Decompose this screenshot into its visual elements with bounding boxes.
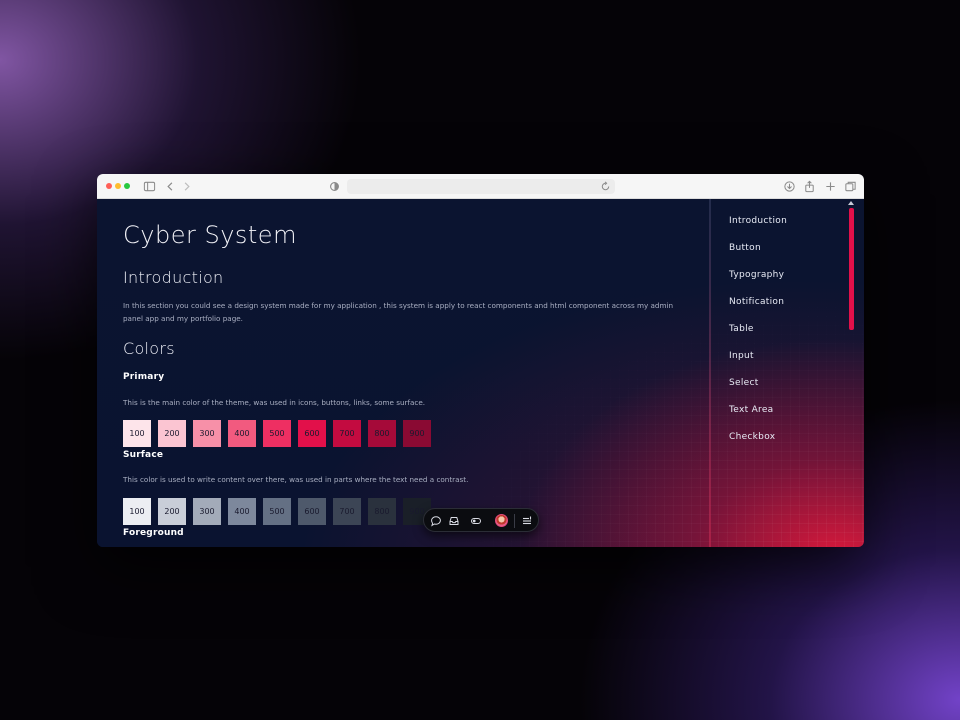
nav-item-notification[interactable]: Notification (729, 297, 784, 307)
comment-icon[interactable] (430, 515, 442, 527)
surface-swatch-700: 700 (333, 498, 361, 525)
sidebar-toggle-icon[interactable] (143, 180, 156, 193)
forward-icon[interactable] (180, 180, 193, 193)
nav-item-introduction[interactable]: Introduction (729, 216, 787, 226)
primary-swatch-300: 300 (193, 420, 221, 447)
foreground-heading: Foreground (123, 528, 184, 538)
download-icon[interactable] (783, 180, 796, 193)
scrollbar-thumb[interactable] (849, 208, 854, 330)
scrollbar[interactable] (848, 199, 856, 547)
surface-description: This color is used to write content over… (123, 475, 469, 484)
reload-icon[interactable] (600, 181, 611, 192)
back-icon[interactable] (164, 180, 177, 193)
avatar[interactable] (495, 514, 508, 527)
nav-item-select[interactable]: Select (729, 378, 759, 388)
surface-swatch-600: 600 (298, 498, 326, 525)
nav-item-checkbox[interactable]: Checkbox (729, 432, 775, 442)
nav-item-table[interactable]: Table (729, 324, 754, 334)
surface-swatch-500: 500 (263, 498, 291, 525)
inbox-icon[interactable] (448, 515, 460, 527)
nav-item-input[interactable]: Input (729, 351, 754, 361)
primary-heading: Primary (123, 372, 165, 382)
menu-icon[interactable] (521, 515, 533, 527)
surface-swatch-200: 200 (158, 498, 186, 525)
primary-swatch-400: 400 (228, 420, 256, 447)
nav-item-text-area[interactable]: Text Area (729, 405, 773, 415)
surface-swatch-100: 100 (123, 498, 151, 525)
surface-swatch-800: 800 (368, 498, 396, 525)
surface-swatch-300: 300 (193, 498, 221, 525)
primary-swatch-200: 200 (158, 420, 186, 447)
browser-toolbar (97, 174, 864, 199)
section-nav: Introduction Button Typography Notificat… (711, 199, 856, 547)
surface-swatch-400: 400 (228, 498, 256, 525)
colors-heading: Colors (123, 339, 175, 358)
surface-swatch-row: 100 200 300 400 500 600 700 800 900 (123, 498, 431, 525)
primary-swatch-700: 700 (333, 420, 361, 447)
primary-swatch-row: 100 200 300 400 500 600 700 800 900 (123, 420, 431, 447)
browser-window: Cyber System Introduction In this sectio… (97, 174, 864, 547)
minimize-window-button[interactable] (115, 183, 121, 189)
nav-item-typography[interactable]: Typography (729, 270, 784, 280)
introduction-text: In this section you could see a design s… (123, 301, 674, 323)
primary-swatch-100: 100 (123, 420, 151, 447)
share-icon[interactable] (803, 180, 816, 193)
close-window-button[interactable] (106, 183, 112, 189)
privacy-shield-icon[interactable] (328, 180, 341, 193)
main-content: Cyber System Introduction In this sectio… (123, 199, 683, 547)
maximize-window-button[interactable] (124, 183, 130, 189)
nav-item-button[interactable]: Button (729, 243, 761, 253)
tab-overview-icon[interactable] (844, 180, 857, 193)
primary-description: This is the main color of the theme, was… (123, 398, 426, 407)
primary-swatch-500: 500 (263, 420, 291, 447)
floating-toolbar (423, 508, 539, 532)
scroll-up-arrow-icon[interactable] (848, 201, 854, 205)
surface-heading: Surface (123, 450, 164, 460)
primary-swatch-800: 800 (368, 420, 396, 447)
primary-swatch-600: 600 (298, 420, 326, 447)
page-viewport: Cyber System Introduction In this sectio… (97, 199, 864, 547)
introduction-heading: Introduction (123, 268, 224, 287)
page-title: Cyber System (123, 221, 297, 249)
new-tab-icon[interactable] (824, 180, 837, 193)
primary-swatch-900: 900 (403, 420, 431, 447)
toolbar-separator (514, 514, 515, 528)
toggle-icon[interactable] (470, 515, 482, 527)
address-bar[interactable] (347, 179, 615, 194)
